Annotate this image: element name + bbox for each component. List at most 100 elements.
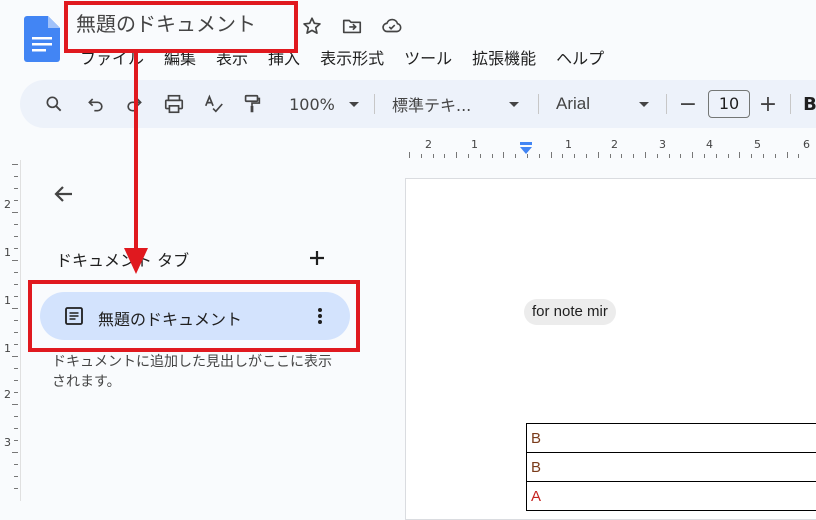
ruler-tick <box>751 154 752 158</box>
ruler-tick <box>787 152 788 158</box>
search-icon[interactable] <box>42 92 66 116</box>
chevron-down-icon[interactable] <box>636 92 652 116</box>
ruler-tick <box>421 154 422 158</box>
ruler-tick <box>12 212 18 213</box>
ruler-tick <box>14 248 18 249</box>
ruler-tick <box>14 188 18 189</box>
document-table[interactable]: B B A <box>526 423 816 511</box>
paint-format-icon[interactable] <box>240 92 264 116</box>
menu-extensions[interactable]: 拡張機能 <box>472 45 536 69</box>
ruler-tick <box>12 356 18 357</box>
ruler-tick <box>728 154 729 158</box>
table-cell[interactable]: B <box>527 453 816 482</box>
ruler-tick <box>468 154 469 158</box>
ruler-tick <box>775 154 776 158</box>
ruler-tick <box>503 152 504 158</box>
toolbar: 100% 標準テキ... Arial − 10 + B <box>20 80 816 128</box>
ruler-tick <box>14 392 18 393</box>
ruler-tick <box>657 154 658 158</box>
ruler-tick <box>14 200 18 201</box>
ruler-tick <box>633 154 634 158</box>
ruler-tick <box>14 224 18 225</box>
vertical-ruler[interactable]: 2 1 1 1 2 3 <box>0 160 21 501</box>
back-arrow-icon[interactable] <box>50 180 78 208</box>
menu-help[interactable]: ヘルプ <box>556 45 604 69</box>
ruler-tick <box>14 236 18 237</box>
ruler-tick <box>12 452 18 453</box>
ruler-tick <box>515 154 516 158</box>
table-row: B <box>527 453 816 482</box>
ruler-tick <box>739 152 740 158</box>
ruler-tick <box>14 416 18 417</box>
ruler-tick <box>586 154 587 158</box>
zoom-value: 100% <box>289 95 335 114</box>
star-icon[interactable] <box>300 14 324 38</box>
menu-format[interactable]: 表示形式 <box>320 45 384 69</box>
ruler-tick <box>12 164 18 165</box>
toolbar-divider <box>374 94 375 114</box>
menu-tools[interactable]: ツール <box>404 45 452 69</box>
undo-icon[interactable] <box>84 92 108 116</box>
redo-icon[interactable] <box>122 92 146 116</box>
ruler-tick <box>492 154 493 158</box>
ruler-tick <box>763 154 764 158</box>
ruler-tick <box>574 154 575 158</box>
ruler-tick <box>621 154 622 158</box>
spellcheck-icon[interactable] <box>202 92 226 116</box>
document-page[interactable]: for note mir B B A <box>405 178 816 520</box>
ruler-tick <box>669 154 670 158</box>
ruler-tick <box>14 476 18 477</box>
print-icon[interactable] <box>162 92 186 116</box>
toolbar-divider <box>666 94 667 114</box>
ruler-tick <box>645 152 646 158</box>
bold-button[interactable]: B <box>800 92 816 116</box>
toolbar-divider <box>538 94 539 114</box>
docs-logo-icon[interactable] <box>24 16 60 62</box>
ruler-tick <box>12 308 18 309</box>
ruler-tick <box>433 154 434 158</box>
chevron-down-icon[interactable] <box>346 92 362 116</box>
ruler-tick <box>14 380 18 381</box>
toolbar-divider <box>790 94 791 114</box>
ruler-tick <box>444 154 445 158</box>
chevron-down-icon[interactable] <box>506 92 522 116</box>
font-value: Arial <box>556 94 590 114</box>
decrease-font-size-button[interactable]: − <box>676 92 700 116</box>
table-cell[interactable]: B <box>527 424 816 453</box>
ruler-tick <box>14 320 18 321</box>
ruler-tick <box>14 332 18 333</box>
ruler-tick <box>562 154 563 158</box>
smart-chip[interactable]: for note mir <box>524 299 616 325</box>
ruler-tick <box>14 272 18 273</box>
ruler-tick <box>14 488 18 489</box>
annotation-title-highlight <box>64 1 298 53</box>
zoom-select[interactable]: 100% <box>282 92 342 116</box>
style-value: 標準テキ... <box>392 92 471 116</box>
ruler-tick <box>14 284 18 285</box>
font-size-input[interactable]: 10 <box>708 90 750 118</box>
outline-hint-text: ドキュメントに追加した見出しがここに表示されます。 <box>52 352 332 392</box>
ruler-tick <box>456 152 457 158</box>
add-tab-button[interactable] <box>306 247 328 269</box>
ruler-tick <box>610 154 611 158</box>
horizontal-ruler[interactable]: 2 1 1 2 3 4 5 6 <box>405 136 816 160</box>
ruler-tick <box>680 154 681 158</box>
ruler-tick <box>527 154 528 158</box>
ruler-tick <box>716 154 717 158</box>
cloud-saved-icon[interactable] <box>380 14 404 38</box>
font-select[interactable]: Arial <box>556 92 616 116</box>
table-cell[interactable]: A <box>527 482 816 511</box>
table-row: A <box>527 482 816 511</box>
ruler-tick <box>14 464 18 465</box>
ruler-tick <box>12 260 18 261</box>
indent-marker-icon[interactable] <box>518 142 534 162</box>
ruler-tick <box>14 428 18 429</box>
style-select[interactable]: 標準テキ... <box>392 92 484 116</box>
ruler-tick <box>704 154 705 158</box>
increase-font-size-button[interactable]: + <box>756 92 780 116</box>
move-to-folder-icon[interactable] <box>340 14 364 38</box>
ruler-tick <box>598 152 599 158</box>
ruler-tick <box>480 154 481 158</box>
ruler-tick <box>14 368 18 369</box>
ruler-tick <box>14 344 18 345</box>
